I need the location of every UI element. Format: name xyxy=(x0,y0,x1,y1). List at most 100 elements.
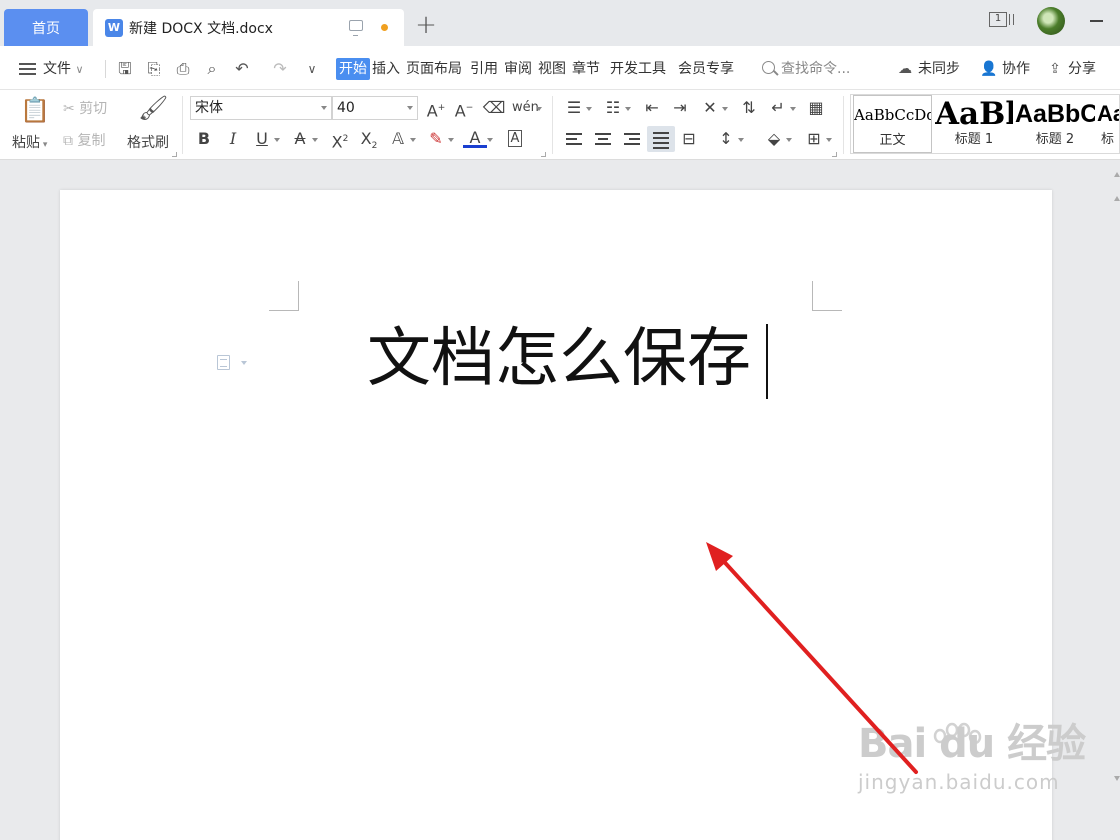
chinese-layout-icon[interactable]: ✕ xyxy=(698,97,728,119)
divider xyxy=(105,60,106,78)
share-button[interactable]: ⇪ 分享 xyxy=(1046,58,1096,80)
font-color-icon[interactable]: A xyxy=(463,128,493,148)
distributed-align-icon[interactable]: ⊟ xyxy=(677,128,701,150)
file-menu[interactable]: 文件 ∨ xyxy=(43,58,84,80)
scissors-icon: ✂ xyxy=(63,101,75,117)
window-count-icon[interactable]: 1 xyxy=(989,12,1014,27)
user-avatar[interactable] xyxy=(1037,7,1065,35)
borders-icon[interactable]: ⊞ xyxy=(802,128,832,150)
print-icon[interactable]: ⎙ xyxy=(174,60,192,78)
style-heading-3-name: 标 xyxy=(1101,132,1115,147)
pinyin-guide-icon[interactable]: wén xyxy=(512,97,542,119)
numbered-list-icon[interactable]: ☷ xyxy=(601,97,631,119)
baidu-watermark: Bai du 经验 jingyan.baidu.com xyxy=(858,721,1086,794)
decrease-indent-icon[interactable]: ⇤ xyxy=(640,97,664,119)
bold-icon[interactable]: B xyxy=(192,128,216,150)
font-name-select[interactable]: 宋体 xyxy=(190,96,332,120)
paragraph-layout-icon[interactable] xyxy=(217,355,230,370)
increase-indent-icon[interactable]: ⇥ xyxy=(668,97,692,119)
format-painter-button[interactable]: 格式刷 xyxy=(127,132,169,152)
format-painter-icon[interactable]: 🖌 xyxy=(138,94,168,122)
bullet-list-icon[interactable]: ☰ xyxy=(562,97,592,119)
scroll-down-icon[interactable] xyxy=(1114,776,1120,781)
cut-button[interactable]: ✂ 剪切 xyxy=(63,98,107,118)
style-normal[interactable]: AaBbCcDd 正文 xyxy=(853,95,932,153)
superscript-icon[interactable]: X2 xyxy=(328,128,352,151)
paste-button[interactable]: 粘贴 ▾ xyxy=(12,132,47,152)
copy-button[interactable]: ⧉ 复制 xyxy=(63,130,105,150)
align-center-icon[interactable] xyxy=(591,128,615,150)
menu-bar: 文件 ∨ 🖫 ⎘ ⎙ ⌕ ↶ ↷ ∨ 开始 插入 页面布局 引用 审阅 视图 章… xyxy=(0,46,1120,90)
tab-view[interactable]: 视图 xyxy=(538,58,566,80)
style-heading-1[interactable]: AaBl 标题 1 xyxy=(935,95,1013,153)
hamburger-menu-icon[interactable] xyxy=(19,63,36,75)
line-spacing-icon[interactable]: ↕ xyxy=(714,128,744,150)
align-left-icon[interactable] xyxy=(562,128,586,150)
redo-icon[interactable]: ↷ xyxy=(271,60,289,78)
increase-font-icon[interactable]: A+ xyxy=(424,97,448,120)
collaborate-button[interactable]: 👤 协作 xyxy=(980,58,1030,80)
group-launcher-icon[interactable] xyxy=(541,152,546,157)
char-border-icon[interactable]: A xyxy=(503,128,527,150)
style-heading-2[interactable]: AaBbC 标题 2 xyxy=(1015,95,1095,153)
show-marks-icon[interactable]: ↵ xyxy=(766,97,796,119)
style-heading-2-name: 标题 2 xyxy=(1035,132,1075,147)
clear-format-icon[interactable]: ⌫ xyxy=(482,97,506,119)
tab-developer[interactable]: 开发工具 xyxy=(610,58,666,80)
home-tab[interactable]: 首页 xyxy=(4,9,88,46)
user-icon: 👤 xyxy=(980,61,998,77)
more-chevron-icon[interactable]: ∨ xyxy=(303,60,321,78)
copy-icon: ⧉ xyxy=(63,133,73,149)
tab-page-layout[interactable]: 页面布局 xyxy=(406,58,462,80)
tab-chapter[interactable]: 章节 xyxy=(572,58,600,80)
divider xyxy=(843,96,844,154)
group-launcher-icon[interactable] xyxy=(832,152,837,157)
font-size-select[interactable]: 40 xyxy=(332,96,418,120)
subscript-icon[interactable]: X2 xyxy=(357,128,381,151)
minimize-icon[interactable] xyxy=(1090,20,1103,22)
tab-member[interactable]: 会员专享 xyxy=(678,58,734,80)
chevron-down-icon xyxy=(321,106,327,110)
shading-icon[interactable]: ⬙ xyxy=(762,128,792,150)
command-search[interactable]: 查找命令... xyxy=(762,58,850,80)
chevron-down-icon: ▾ xyxy=(40,140,48,150)
sort-icon[interactable]: ⇅ xyxy=(737,97,761,119)
align-right-icon[interactable] xyxy=(620,128,644,150)
style-heading-3[interactable]: Aa 标 xyxy=(1097,95,1119,153)
sync-button[interactable]: ☁ 未同步 xyxy=(896,58,960,80)
watermark-url: jingyan.baidu.com xyxy=(858,770,1060,794)
scroll-up-icon[interactable] xyxy=(1114,196,1120,201)
cut-label: 剪切 xyxy=(79,101,108,117)
paste-label: 粘贴 xyxy=(12,135,40,151)
monitor-icon[interactable] xyxy=(349,20,363,36)
text-cursor xyxy=(766,324,768,399)
table-of-content-icon[interactable]: ▦ xyxy=(804,97,828,119)
print-preview-icon[interactable]: ⌕ xyxy=(203,60,221,78)
watermark-brand: Bai du 经验 xyxy=(858,721,1086,767)
paste-icon[interactable]: 📋 xyxy=(20,96,50,124)
scroll-up-icon[interactable] xyxy=(1114,172,1120,177)
vertical-scrollbar[interactable] xyxy=(1112,161,1120,840)
group-launcher-icon[interactable] xyxy=(172,152,177,157)
decrease-font-icon[interactable]: A− xyxy=(452,97,476,120)
tab-start[interactable]: 开始 xyxy=(336,58,370,80)
text-effect-icon[interactable]: 𝔸 xyxy=(386,128,416,150)
new-tab-button[interactable]: + xyxy=(412,12,440,40)
tab-references[interactable]: 引用 xyxy=(470,58,498,80)
save-icon[interactable]: 🖫 xyxy=(116,60,134,78)
tab-review[interactable]: 审阅 xyxy=(504,58,532,80)
strikethrough-icon[interactable]: A xyxy=(288,128,318,150)
highlight-icon[interactable]: ✎ xyxy=(424,128,454,150)
export-icon[interactable]: ⎘ xyxy=(145,60,163,78)
file-menu-label: 文件 xyxy=(43,61,71,77)
style-normal-name: 正文 xyxy=(879,133,906,148)
justify-icon[interactable] xyxy=(647,126,675,152)
italic-icon[interactable]: I xyxy=(221,128,245,150)
undo-icon[interactable]: ↶ xyxy=(233,60,251,78)
document-tab[interactable]: W 新建 DOCX 文档.docx xyxy=(93,9,404,46)
document-body-text[interactable]: 文档怎么保存 xyxy=(367,319,751,399)
chevron-down-icon[interactable] xyxy=(241,361,247,365)
tab-insert[interactable]: 插入 xyxy=(372,58,400,80)
underline-icon[interactable]: U xyxy=(250,128,280,150)
copy-label: 复制 xyxy=(77,133,106,149)
